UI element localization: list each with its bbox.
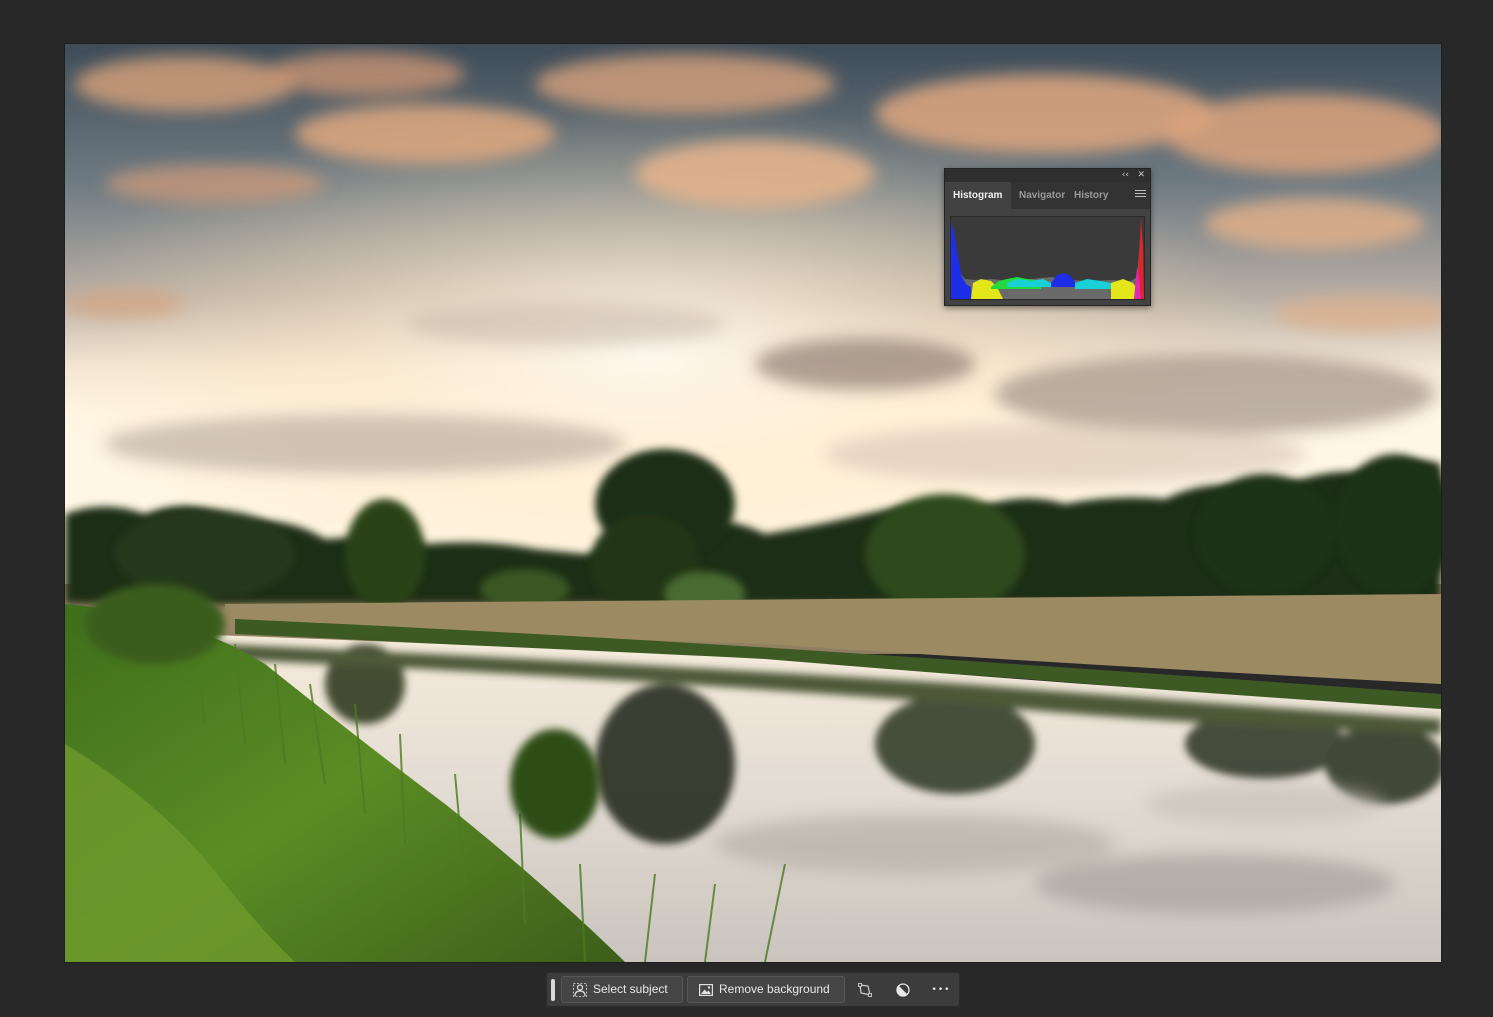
more-options-icon[interactable]: ••• [930,979,952,1001]
collapse-icon[interactable]: ‹‹ [1122,169,1129,182]
histogram-graph [950,216,1145,300]
contextual-task-bar: Select subject Remove background ••• [546,972,960,1007]
document-canvas[interactable] [65,44,1441,962]
adjustment-circle-icon[interactable] [892,979,914,1001]
hamburger-menu-icon[interactable] [1135,190,1146,200]
remove-background-button[interactable]: Remove background [687,976,845,1003]
tab-navigator[interactable]: Navigator [1011,182,1066,209]
more-options-glyph: ••• [931,985,951,995]
select-subject-button[interactable]: Select subject [561,976,683,1003]
drag-handle[interactable] [551,979,555,1001]
tab-histogram[interactable]: Histogram [945,182,1011,209]
landscape-photo [65,44,1441,962]
select-subject-label: Select subject [593,982,668,996]
workspace: ‹‹ ✕ Histogram Navigator History Select … [0,0,1493,1017]
tab-history[interactable]: History [1066,182,1116,209]
panel-tab-bar: Histogram Navigator History [945,182,1150,209]
transform-warp-icon[interactable] [854,979,876,1001]
person-select-icon [573,982,587,997]
histogram-panel: ‹‹ ✕ Histogram Navigator History [944,168,1151,306]
close-icon[interactable]: ✕ [1137,169,1145,182]
remove-background-label: Remove background [719,982,830,996]
panel-titlebar[interactable]: ‹‹ ✕ [945,169,1150,182]
image-icon [699,983,713,996]
histogram-plot [951,219,1144,299]
